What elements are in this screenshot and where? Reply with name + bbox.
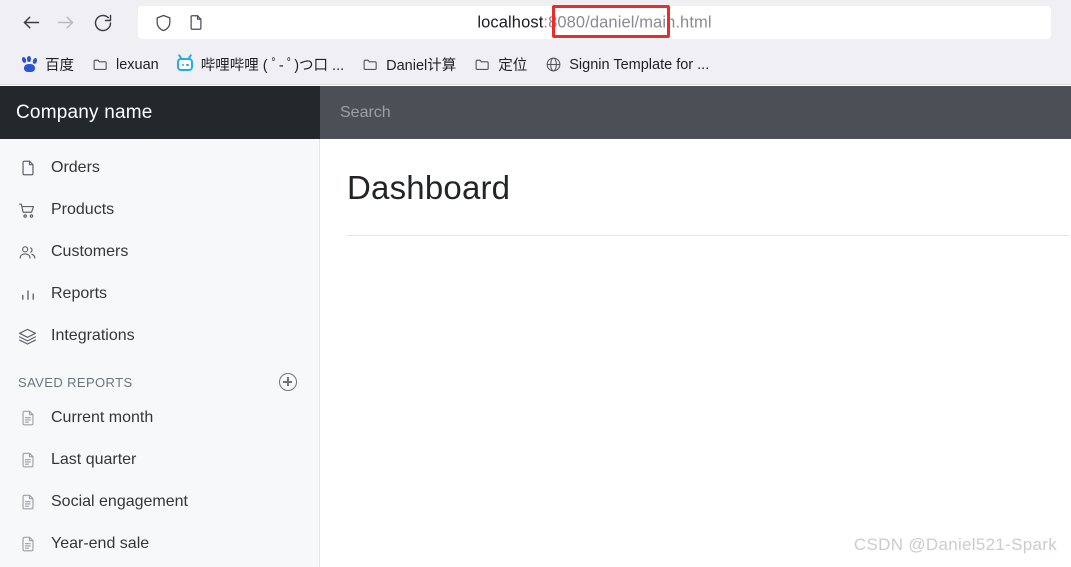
sidebar-item-last-quarter[interactable]: Last quarter [0,439,319,481]
sidebar-item-integrations[interactable]: Integrations [0,315,319,357]
bookmark-label: lexuan [116,56,159,73]
url-host: localhost [477,13,544,31]
sidebar-item-label: Last quarter [51,451,137,468]
document-text-icon [18,493,37,512]
document-text-icon [18,409,37,428]
sidebar-item-customers[interactable]: Customers [0,231,319,273]
bookmark-label: Daniel计算 [386,58,457,74]
page-info-icon[interactable] [187,14,205,32]
bookmark-daniel-jisuan[interactable]: Daniel计算 [355,51,463,78]
bookmark-label: 定位 [498,58,528,74]
main-content: Dashboard [321,139,1071,567]
bookmark-label: 哔哩哔哩 ( ﾟ- ﾟ)つ口 ... [200,58,345,74]
sidebar-item-label: Customers [51,243,129,260]
sidebar-item-label: Current month [51,409,154,426]
bookmark-bilibili[interactable]: 哔哩哔哩 ( ﾟ- ﾟ)つ口 ... [170,51,351,78]
sidebar-item-label: Reports [51,285,108,302]
saved-reports-heading: SAVED REPORTS [18,374,133,390]
back-arrow-icon [23,16,39,29]
baidu-icon [21,56,38,73]
file-icon [18,159,37,178]
sidebar-item-current-month[interactable]: Current month [0,397,319,439]
search-bar[interactable] [320,86,1071,139]
bookmark-lexuan[interactable]: lexuan [85,53,166,76]
layers-icon [18,327,37,346]
sidebar-item-label: Year-end sale [51,535,150,552]
url-path: :8080/daniel/ [543,13,640,31]
browser-window: localhost:8080/daniel/main.html 百度 lexua… [0,0,1071,567]
sidebar-item-label: Social engagement [51,493,188,510]
globe-icon [545,56,562,73]
reload-button[interactable] [86,6,120,40]
bookmark-label: Signin Template for ... [569,56,710,73]
bilibili-icon [177,53,194,73]
brand-title[interactable]: Company name [0,86,320,139]
sidebar-item-year-end-sale[interactable]: Year-end sale [0,523,319,565]
saved-reports-header: SAVED REPORTS [0,357,319,397]
sidebar-item-reports[interactable]: Reports [0,273,319,315]
bookmark-baidu[interactable]: 百度 [14,51,81,78]
folder-icon [362,56,379,73]
sidebar: Orders Products Customers Reports Integr… [0,139,320,567]
document-text-icon [18,535,37,554]
document-text-icon [18,451,37,470]
sidebar-item-label: Orders [51,159,100,176]
browser-toolbar: localhost:8080/daniel/main.html [0,0,1071,45]
bookmarks-bar: 百度 lexuan 哔哩哔哩 ( ﾟ- ﾟ)つ口 ... Daniel计算 定位… [0,45,1071,85]
web-page: Company name Orders [0,86,1071,567]
add-saved-report-button[interactable] [279,373,297,391]
watermark: CSDN @Daniel521-Spark [853,535,1057,554]
sidebar-item-label: Products [51,201,115,218]
folder-icon [92,56,109,73]
bar-chart-icon [18,285,37,304]
app-topbar: Company name [0,86,1071,139]
address-bar-url: localhost:8080/daniel/main.html [477,13,711,32]
search-input[interactable] [320,103,1071,122]
address-bar[interactable]: localhost:8080/daniel/main.html [138,6,1051,39]
forward-button[interactable] [48,6,82,40]
bookmark-dingwei[interactable]: 定位 [467,51,534,78]
sidebar-item-label: Integrations [51,327,135,344]
back-button[interactable] [14,6,48,40]
people-icon [18,243,37,262]
sidebar-item-products[interactable]: Products [0,189,319,231]
sidebar-item-social-engagement[interactable]: Social engagement [0,481,319,523]
bookmark-label: 百度 [45,58,74,74]
title-divider [347,235,1069,236]
url-highlighted-part: main.html [639,13,712,31]
bookmark-signin-template[interactable]: Signin Template for ... [538,53,716,76]
shield-icon[interactable] [154,13,173,32]
shopping-cart-icon [18,201,37,220]
folder-icon [474,56,491,73]
page-title: Dashboard [347,169,511,206]
reload-icon [94,14,112,31]
sidebar-item-orders[interactable]: Orders [0,147,319,189]
address-bar-icons [154,13,205,32]
forward-arrow-icon [57,16,73,29]
